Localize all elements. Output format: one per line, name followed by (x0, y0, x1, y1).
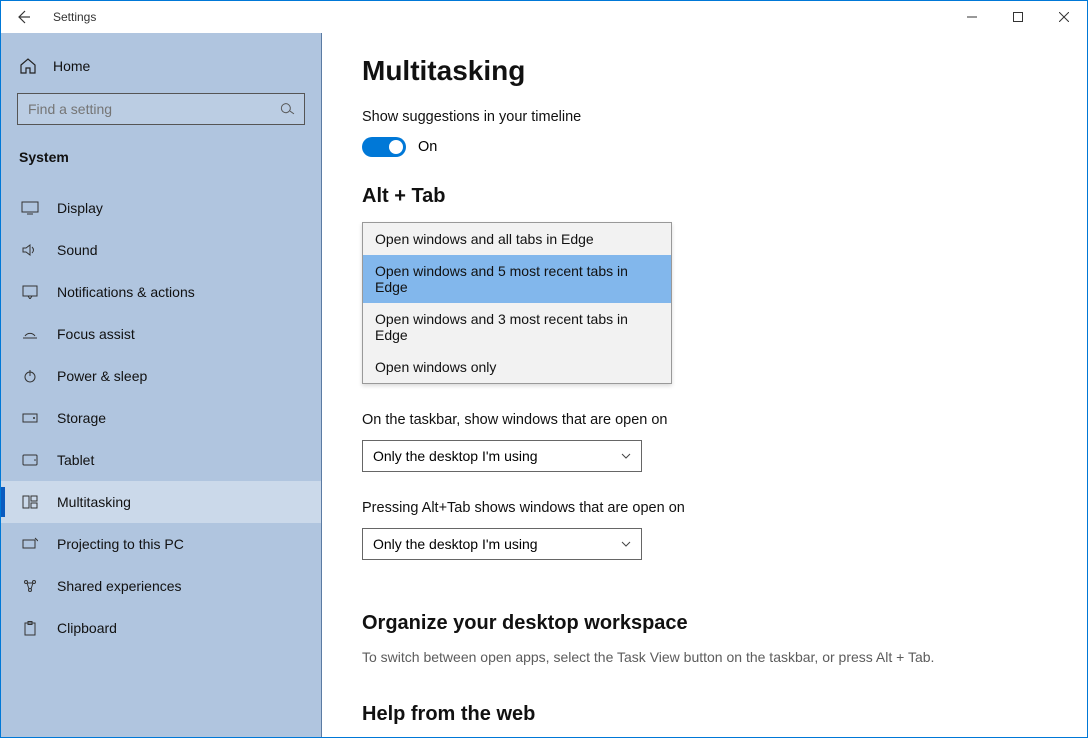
sidebar-item-label: Projecting to this PC (57, 536, 184, 552)
close-button[interactable] (1041, 1, 1087, 33)
sidebar-item-tablet[interactable]: Tablet (1, 439, 321, 481)
search-box[interactable] (17, 93, 305, 125)
sidebar-item-power-sleep[interactable]: Power & sleep (1, 355, 321, 397)
chevron-down-icon (621, 453, 631, 459)
organize-heading: Organize your desktop workspace (362, 612, 1047, 635)
display-icon (21, 199, 39, 217)
home-label: Home (53, 58, 90, 74)
home-row[interactable]: Home (1, 57, 321, 93)
spacer (362, 685, 1047, 699)
back-icon[interactable] (15, 9, 31, 25)
alt-tab-option[interactable]: Open windows only (363, 351, 671, 383)
tablet-icon (21, 451, 39, 469)
sidebar-item-notifications[interactable]: Notifications & actions (1, 271, 321, 313)
alt-tab-option[interactable]: Open windows and 3 most recent tabs in E… (363, 303, 671, 351)
alt-tab-dropdown[interactable]: Open windows and all tabs in Edge Open w… (362, 222, 672, 384)
projecting-icon (21, 535, 39, 553)
nav-list: Display Sound Notifications & actions Fo… (1, 187, 321, 649)
sidebar-item-label: Power & sleep (57, 368, 147, 384)
spacer (362, 588, 1047, 608)
sidebar-item-label: Focus assist (57, 326, 135, 342)
multitasking-icon (21, 493, 39, 511)
search-icon (279, 101, 295, 117)
sidebar-item-shared-experiences[interactable]: Shared experiences (1, 565, 321, 607)
titlebar: Settings (1, 1, 1087, 33)
timeline-toggle[interactable] (362, 137, 406, 157)
sidebar-item-label: Shared experiences (57, 578, 182, 594)
storage-icon (21, 409, 39, 427)
sidebar: Home System Display Sound (1, 33, 321, 737)
sidebar-item-storage[interactable]: Storage (1, 397, 321, 439)
settings-window: Settings Home System (0, 0, 1088, 738)
search-input[interactable] (28, 101, 280, 117)
alt-tab-option[interactable]: Open windows and all tabs in Edge (363, 223, 671, 255)
category-label: System (1, 143, 321, 187)
alttab-windows-label: Pressing Alt+Tab shows windows that are … (362, 500, 1047, 516)
sidebar-item-label: Sound (57, 242, 97, 258)
sidebar-item-label: Display (57, 200, 103, 216)
page-title: Multitasking (362, 55, 1047, 87)
home-icon (19, 57, 37, 75)
sidebar-item-sound[interactable]: Sound (1, 229, 321, 271)
window-controls (949, 1, 1087, 33)
chevron-down-icon (621, 541, 631, 547)
sound-icon (21, 241, 39, 259)
sidebar-item-projecting[interactable]: Projecting to this PC (1, 523, 321, 565)
sidebar-item-label: Clipboard (57, 620, 117, 636)
window-title: Settings (53, 10, 96, 24)
shared-experiences-icon (21, 577, 39, 595)
power-icon (21, 367, 39, 385)
titlebar-left: Settings (1, 9, 949, 25)
maximize-button[interactable] (995, 1, 1041, 33)
minimize-button[interactable] (949, 1, 995, 33)
sidebar-item-focus-assist[interactable]: Focus assist (1, 313, 321, 355)
organize-description: To switch between open apps, select the … (362, 649, 1047, 665)
sidebar-item-label: Notifications & actions (57, 284, 195, 300)
focus-assist-icon (21, 325, 39, 343)
sidebar-item-label: Multitasking (57, 494, 131, 510)
alttab-windows-select[interactable]: Only the desktop I'm using (362, 528, 642, 560)
notifications-icon (21, 283, 39, 301)
sidebar-item-label: Tablet (57, 452, 94, 468)
toggle-state-label: On (418, 139, 437, 155)
main-panel: Multitasking Show suggestions in your ti… (321, 33, 1087, 737)
sidebar-item-label: Storage (57, 410, 106, 426)
select-value: Only the desktop I'm using (373, 448, 538, 464)
timeline-suggestions-label: Show suggestions in your timeline (362, 109, 1047, 125)
help-heading: Help from the web (362, 703, 1047, 726)
taskbar-windows-label: On the taskbar, show windows that are op… (362, 412, 1047, 428)
sidebar-item-multitasking[interactable]: Multitasking (1, 481, 321, 523)
alt-tab-option-selected[interactable]: Open windows and 5 most recent tabs in E… (363, 255, 671, 303)
sidebar-item-display[interactable]: Display (1, 187, 321, 229)
taskbar-windows-select[interactable]: Only the desktop I'm using (362, 440, 642, 472)
clipboard-icon (21, 619, 39, 637)
select-value: Only the desktop I'm using (373, 536, 538, 552)
sidebar-item-clipboard[interactable]: Clipboard (1, 607, 321, 649)
content-area: Home System Display Sound (1, 33, 1087, 737)
alt-tab-heading: Alt + Tab (362, 185, 1047, 208)
timeline-toggle-row: On (362, 137, 1047, 157)
